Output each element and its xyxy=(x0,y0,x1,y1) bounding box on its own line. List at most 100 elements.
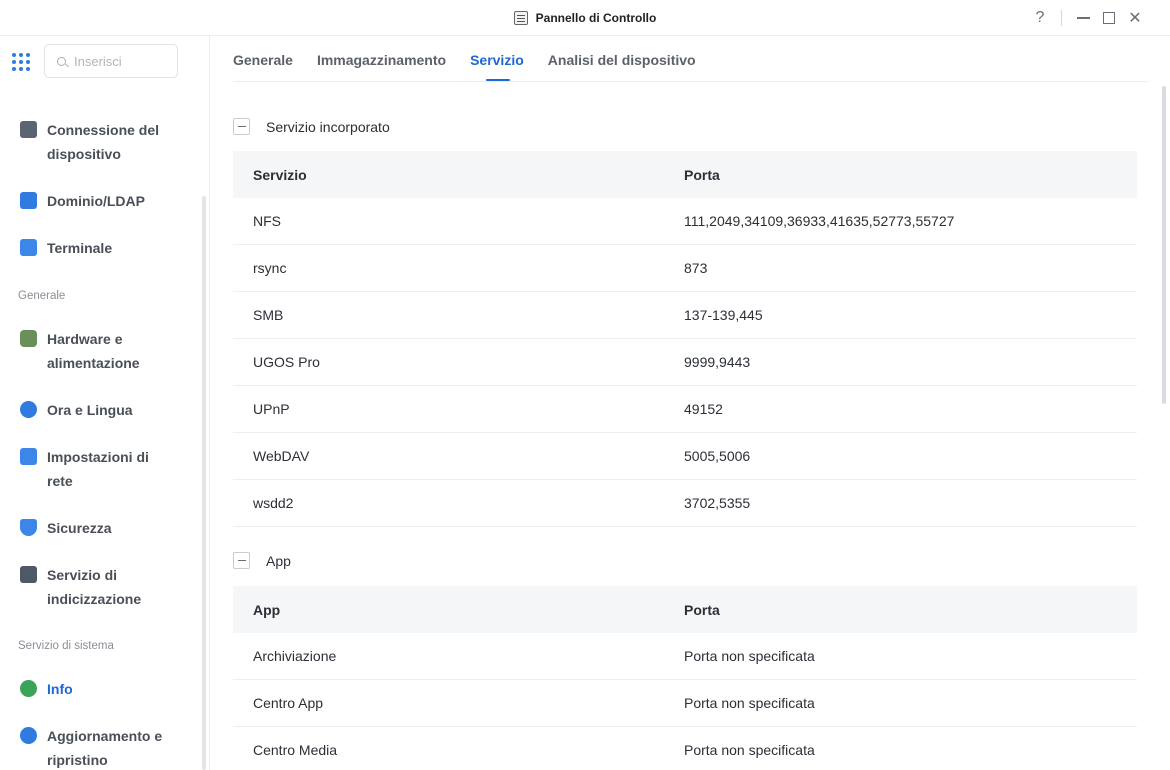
globe-icon xyxy=(20,401,37,418)
table-row: UPnP 49152 xyxy=(233,386,1137,433)
section-label-general: Generale xyxy=(18,290,66,302)
main-scrollbar[interactable] xyxy=(1162,86,1166,404)
minimize-icon xyxy=(1076,17,1090,19)
sidebar-item-info[interactable]: Info xyxy=(20,677,192,701)
app-header: App xyxy=(233,552,291,569)
sidebar-item-label: Impostazioni di rete xyxy=(47,449,149,489)
builtin-service-table: Servizio Porta NFS 111,2049,34109,36933,… xyxy=(233,151,1137,527)
table-row: Archiviazione Porta non specificata xyxy=(233,633,1137,680)
maximize-icon xyxy=(1103,12,1115,24)
window-title: Pannello di Controllo xyxy=(535,11,657,25)
service-name: NFS xyxy=(253,213,281,229)
table-row: Centro Media Porta non specificata xyxy=(233,727,1137,770)
shield-icon xyxy=(20,519,37,536)
service-port: 5005,5006 xyxy=(684,448,751,464)
tab-device-analysis[interactable]: Analisi del dispositivo xyxy=(548,36,696,82)
sidebar-item-device-connection[interactable]: Connessione del dispositivo xyxy=(20,118,192,166)
sidebar-item-time-language[interactable]: Ora e Lingua xyxy=(20,398,192,422)
table-header: Servizio Porta xyxy=(233,151,1137,198)
refresh-icon xyxy=(20,727,37,744)
maximize-button[interactable] xyxy=(1096,0,1122,36)
sidebar-item-indexing[interactable]: Servizio di indicizzazione xyxy=(20,563,192,611)
tab-bar: Generale Immagazzinamento Servizio Anali… xyxy=(233,36,1149,82)
service-port: 9999,9443 xyxy=(684,354,751,370)
terminal-icon xyxy=(20,239,37,256)
minus-icon xyxy=(237,560,246,561)
service-port: 49152 xyxy=(684,401,723,417)
sidebar-item-label: Aggiornamento e ripristino xyxy=(47,728,163,768)
sidebar-item-domain-ldap[interactable]: Dominio/LDAP xyxy=(20,189,192,213)
help-button[interactable]: ? xyxy=(1027,0,1053,36)
app-name: Centro App xyxy=(253,695,324,711)
sidebar-item-update-restore[interactable]: Aggiornamento e ripristino xyxy=(20,724,192,770)
app-name: Centro Media xyxy=(253,742,338,758)
sidebar-item-label: Dominio/LDAP xyxy=(47,193,145,209)
table-row: Centro App Porta non specificata xyxy=(233,680,1137,727)
column-header-app: App xyxy=(253,601,281,618)
table-row: SMB 137-139,445 xyxy=(233,292,1137,339)
indexing-icon xyxy=(20,566,37,583)
collapse-app-button[interactable] xyxy=(233,552,250,569)
app-name: Archiviazione xyxy=(253,648,337,664)
main-content: Generale Immagazzinamento Servizio Anali… xyxy=(211,36,1170,770)
window-controls: ? ✕ xyxy=(1027,0,1148,36)
sidebar-item-label: Sicurezza xyxy=(47,520,112,536)
device-connection-icon xyxy=(20,121,37,138)
app-title: App xyxy=(266,552,291,569)
sidebar-item-security[interactable]: Sicurezza xyxy=(20,516,192,540)
sidebar-item-label: Terminale xyxy=(47,240,113,256)
sidebar-header xyxy=(0,36,209,90)
app-port: Porta non specificata xyxy=(684,648,815,664)
sidebar-item-terminal[interactable]: Terminale xyxy=(20,236,192,260)
service-port: 873 xyxy=(684,260,708,276)
divider xyxy=(1061,10,1062,26)
table-row: UGOS Pro 9999,9443 xyxy=(233,339,1137,386)
app-port: Porta non specificata xyxy=(684,742,815,758)
sidebar-scrollbar[interactable] xyxy=(202,196,206,770)
builtin-service-title: Servizio incorporato xyxy=(266,118,390,135)
sidebar-item-label: Info xyxy=(47,681,73,697)
table-row: WebDAV 5005,5006 xyxy=(233,433,1137,480)
service-name: WebDAV xyxy=(253,448,310,464)
network-icon xyxy=(20,448,37,465)
domain-ldap-icon xyxy=(20,192,37,209)
table-row: wsdd2 3702,5355 xyxy=(233,480,1137,527)
service-name: rsync xyxy=(253,260,287,276)
column-header-service: Servizio xyxy=(253,166,307,183)
search-input[interactable] xyxy=(74,53,164,69)
table-header: App Porta xyxy=(233,586,1137,633)
app-port: Porta non specificata xyxy=(684,695,815,711)
title-bar: Pannello di Controllo ? ✕ xyxy=(0,0,1170,36)
hardware-power-icon xyxy=(20,330,37,347)
sidebar-item-hardware[interactable]: Hardware e alimentazione xyxy=(20,327,192,375)
service-name: UPnP xyxy=(253,401,290,417)
tab-service[interactable]: Servizio xyxy=(470,36,524,82)
collapse-builtin-button[interactable] xyxy=(233,118,250,135)
sidebar-item-label: Connessione del dispositivo xyxy=(47,122,160,162)
service-name: UGOS Pro xyxy=(253,354,320,370)
search-box[interactable] xyxy=(44,44,178,78)
close-button[interactable]: ✕ xyxy=(1122,0,1148,36)
window-title-group: Pannello di Controllo xyxy=(0,0,1170,36)
app-grid-icon[interactable] xyxy=(12,53,30,71)
minimize-button[interactable] xyxy=(1070,0,1096,36)
info-icon xyxy=(20,680,37,697)
sidebar-item-label: Ora e Lingua xyxy=(47,402,133,418)
sidebar: Connessione del dispositivo Dominio/LDAP… xyxy=(0,36,210,770)
column-header-port: Porta xyxy=(684,166,720,183)
tab-general[interactable]: Generale xyxy=(233,36,293,82)
tab-storage[interactable]: Immagazzinamento xyxy=(317,36,446,82)
search-icon xyxy=(57,56,66,66)
table-row: rsync 873 xyxy=(233,245,1137,292)
sidebar-item-network[interactable]: Impostazioni di rete xyxy=(20,445,192,493)
app-table: App Porta Archiviazione Porta non specif… xyxy=(233,586,1137,770)
service-port: 137-139,445 xyxy=(684,307,763,323)
builtin-service-header: Servizio incorporato xyxy=(233,118,390,135)
service-name: SMB xyxy=(253,307,284,323)
section-label-system: Servizio di sistema xyxy=(18,640,114,652)
minus-icon xyxy=(237,126,246,127)
column-header-port: Porta xyxy=(684,601,720,618)
service-name: wsdd2 xyxy=(253,495,294,511)
control-panel-icon xyxy=(513,11,528,25)
service-port: 111,2049,34109,36933,41635,52773,55727 xyxy=(684,213,955,229)
